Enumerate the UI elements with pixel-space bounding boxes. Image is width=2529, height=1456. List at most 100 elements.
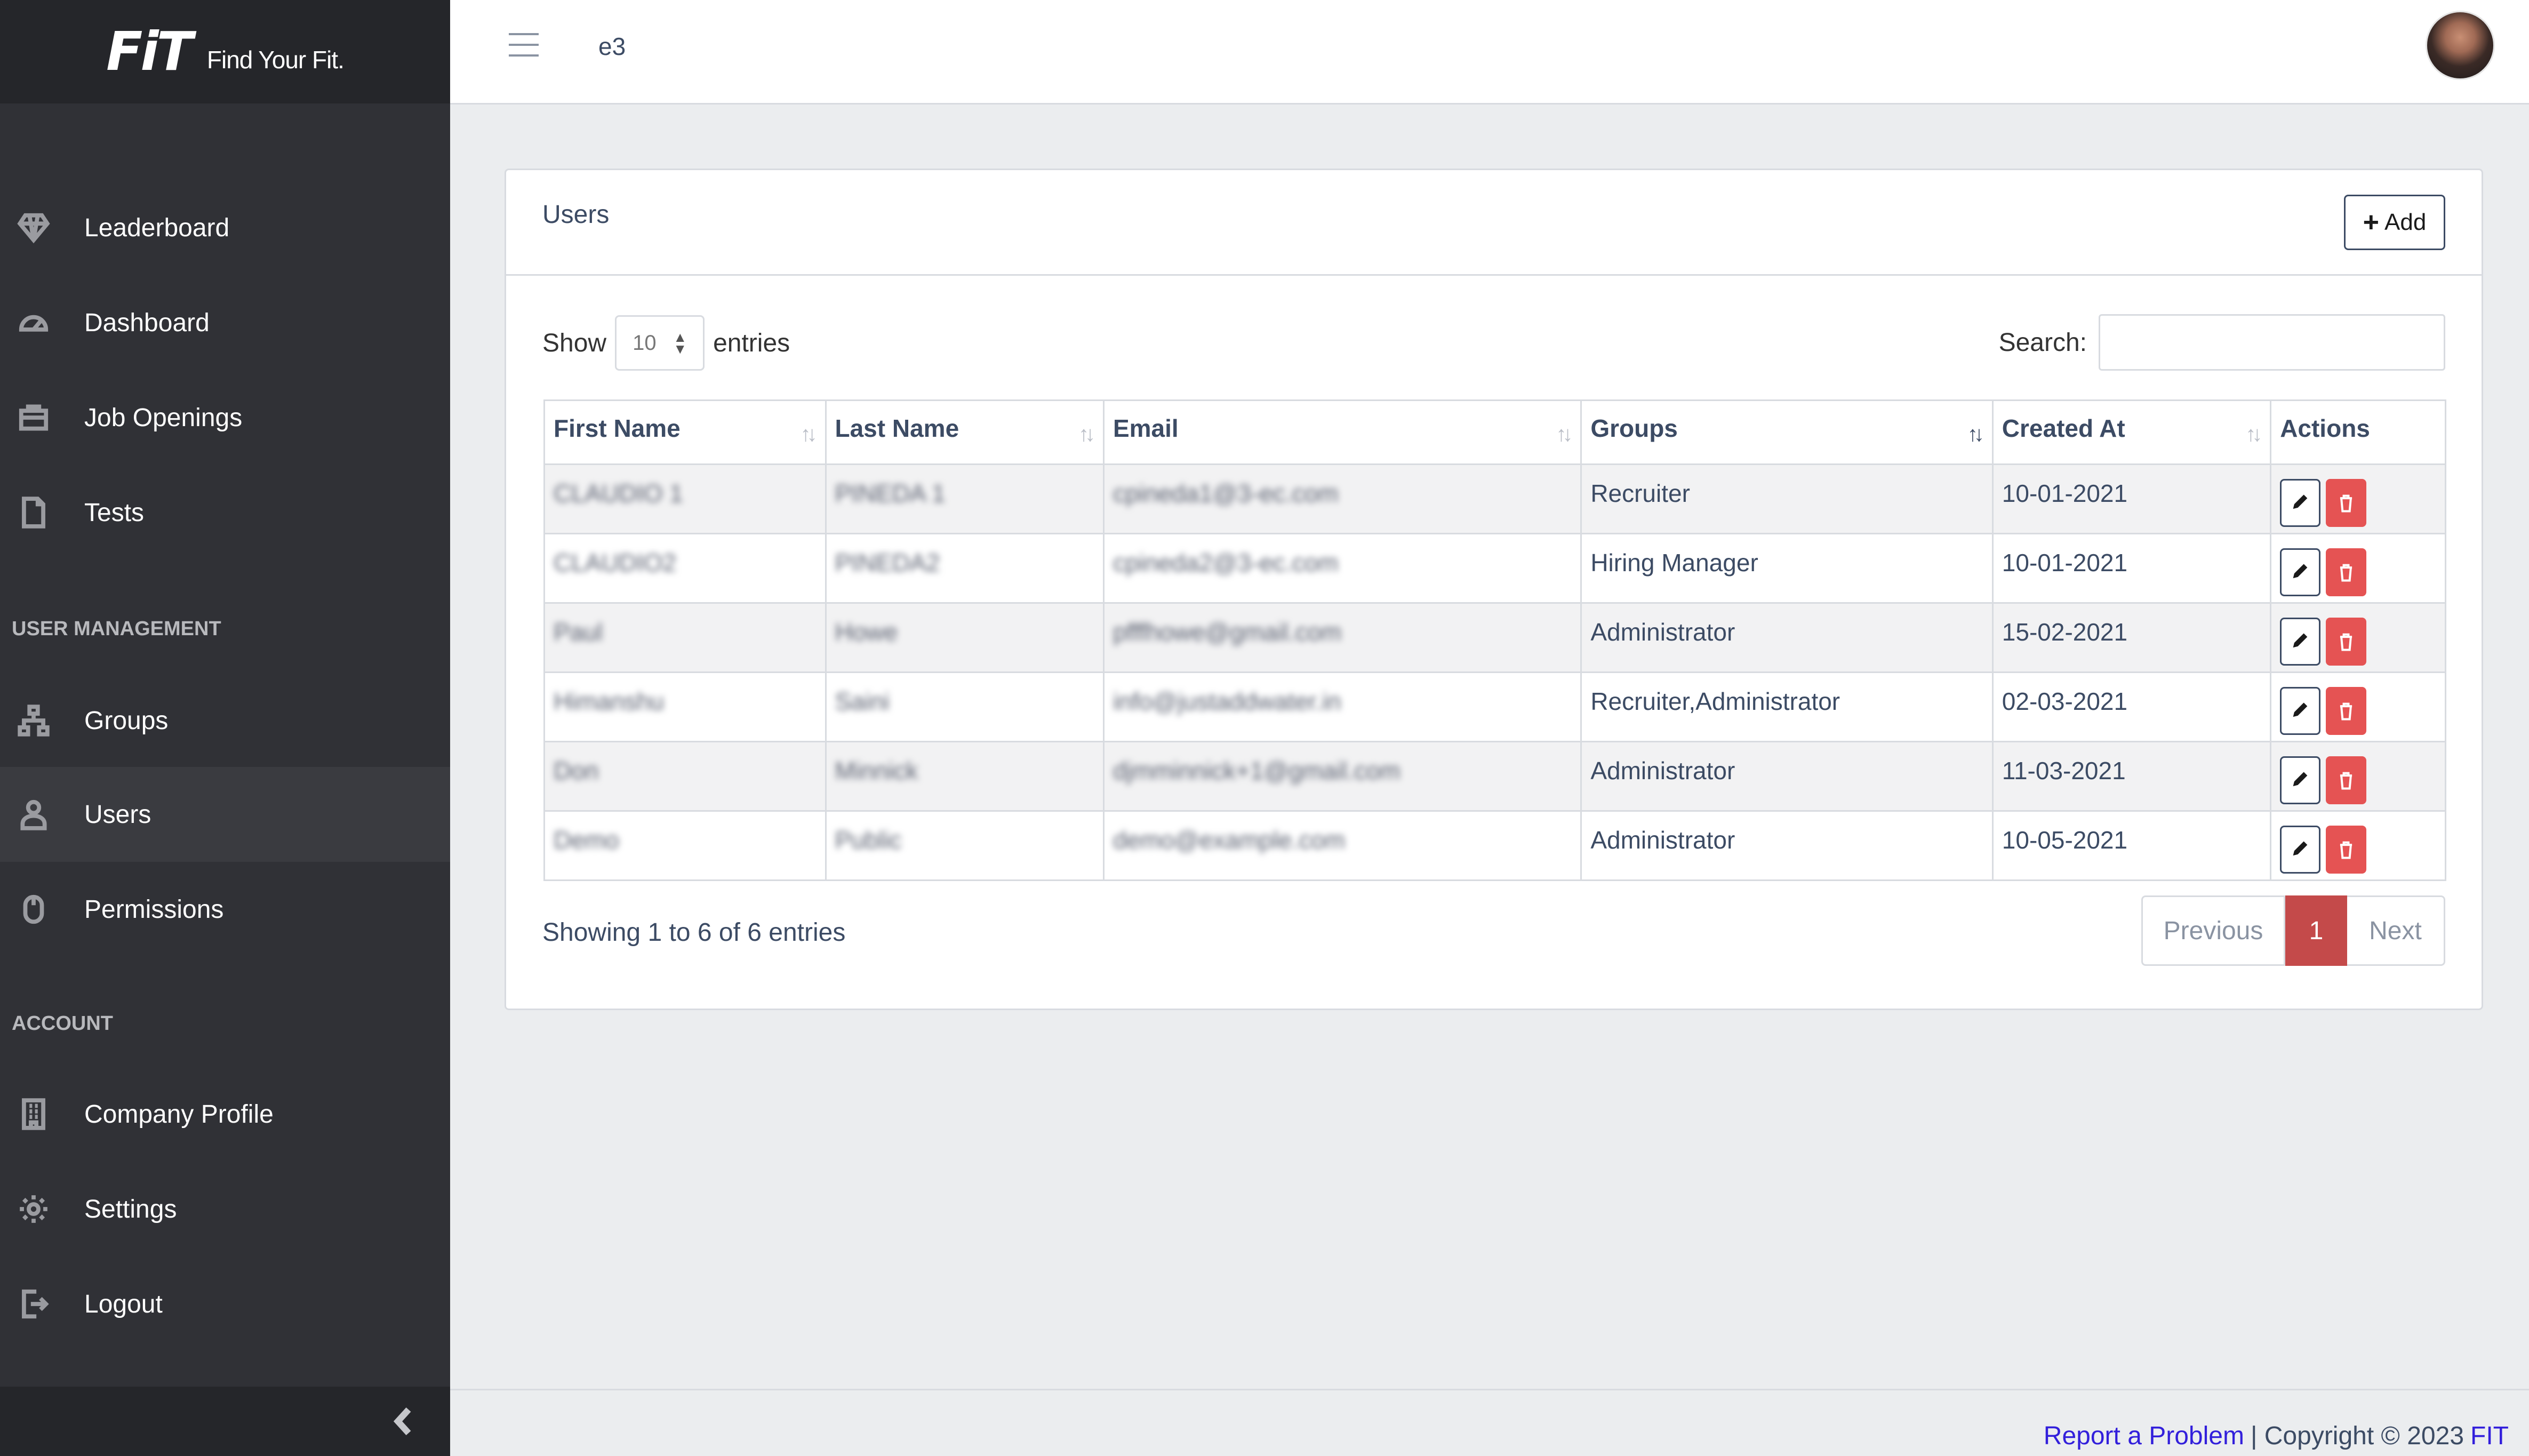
next-page-button[interactable]: Next [2347, 895, 2445, 966]
groups-cell: Administrator [1580, 741, 1994, 812]
footer-brand-link[interactable]: FIT [2470, 1421, 2509, 1451]
edit-button[interactable] [2280, 618, 2321, 666]
email-cell: cpineda1@3-ec.com [1102, 463, 1582, 534]
delete-button[interactable] [2326, 479, 2367, 527]
groups-cell-text: Hiring Manager [1590, 549, 1758, 577]
previous-page-button[interactable]: Previous [2141, 895, 2285, 966]
created-at-cell-text: 11-03-2021 [2002, 757, 2126, 785]
column-header-last-name[interactable]: Last Name ↑↓ [825, 399, 1105, 465]
pencil-icon [2293, 633, 2308, 648]
search-input[interactable] [2099, 314, 2445, 371]
edit-button[interactable] [2280, 687, 2321, 735]
groups-cell: Administrator [1580, 810, 1994, 881]
logout-icon [15, 1285, 52, 1323]
sidebar-minimize-button[interactable] [0, 1387, 450, 1456]
last-name-cell-text: Public [835, 826, 902, 854]
email-cell-text: info@justaddwater.in [1113, 687, 1341, 715]
column-header-email[interactable]: Email ↑↓ [1102, 399, 1582, 465]
delete-button[interactable] [2326, 826, 2367, 874]
trash-icon [2340, 772, 2352, 790]
pencil-icon [2293, 841, 2308, 856]
section-title-user-management: USER MANAGEMENT [12, 618, 221, 640]
sidebar-item-company-profile[interactable]: Company Profile [0, 1067, 450, 1162]
last-name-cell-text: PINEDA2 [835, 549, 940, 577]
entries-length-control: Show 10 ▲ ▼ entries [542, 315, 790, 371]
created-at-cell: 10-05-2021 [1991, 810, 2272, 881]
sidebar: FiT Find Your Fit. Leaderboard Dashboard… [0, 0, 450, 1456]
email-cell: djmminnick+1@gmail.com [1102, 741, 1582, 812]
add-user-button[interactable]: + Add [2344, 195, 2445, 250]
last-name-cell-text: Howe [835, 618, 898, 646]
delete-button[interactable] [2326, 756, 2367, 804]
column-header-first-name[interactable]: First Name ↑↓ [543, 399, 827, 465]
sitemap-icon [15, 702, 52, 739]
report-problem-link[interactable]: Report a Problem [2044, 1421, 2244, 1451]
created-at-cell: 10-01-2021 [1991, 463, 2272, 534]
sidebar-item-tests[interactable]: Tests [0, 465, 450, 560]
pagination: Previous 1 Next [2141, 895, 2445, 966]
last-name-cell: PINEDA 1 [825, 463, 1105, 534]
briefcase-icon [15, 399, 52, 436]
sidebar-item-groups[interactable]: Groups [0, 673, 450, 768]
sidebar-item-leaderboard[interactable]: Leaderboard [0, 180, 450, 275]
column-header-label: Email [1113, 414, 1179, 442]
created-at-cell: 15-02-2021 [1991, 602, 2272, 673]
header: e3 [450, 0, 2529, 105]
last-name-cell-text: PINEDA 1 [835, 479, 946, 507]
first-name-cell-text: CLAUDIO2 [554, 549, 677, 577]
actions-cell [2270, 463, 2446, 534]
edit-button[interactable] [2280, 756, 2321, 804]
column-header-created-at[interactable]: Created At ↑↓ [1991, 399, 2272, 465]
groups-cell: Recruiter,Administrator [1580, 671, 1994, 742]
first-name-cell-text: Don [554, 757, 599, 785]
gear-icon [15, 1190, 52, 1228]
users-table: First Name ↑↓ Last Name ↑↓ Email ↑↓ Groups ↑… [543, 399, 2446, 881]
search-label: Search: [1998, 328, 2087, 357]
column-header-groups[interactable]: Groups ↑↓ [1580, 399, 1994, 465]
table-row: CLAUDIO 1 PINEDA 1 cpineda1@3-ec.com Recrui… [543, 463, 2446, 534]
brand[interactable]: FiT Find Your Fit. [0, 0, 450, 103]
sidebar-item-logout[interactable]: Logout [0, 1257, 450, 1351]
email-cell: cpineda2@3-ec.com [1102, 533, 1582, 604]
last-name-cell: Saini [825, 671, 1105, 742]
delete-button[interactable] [2326, 687, 2367, 735]
sidebar-item-permissions[interactable]: Permissions [0, 862, 450, 957]
row-actions [2280, 548, 2436, 596]
edit-button[interactable] [2280, 548, 2321, 596]
sidebar-item-settings[interactable]: Settings [0, 1162, 450, 1257]
pencil-icon [2293, 494, 2308, 509]
entries-select[interactable]: 10 ▲ ▼ [615, 315, 705, 371]
email-cell: info@justaddwater.in [1102, 671, 1582, 742]
groups-cell: Hiring Manager [1580, 533, 1994, 604]
menu-toggle-icon[interactable] [509, 33, 539, 60]
groups-cell-text: Administrator [1590, 757, 1735, 785]
first-name-cell-text: Demo [554, 826, 619, 854]
row-actions [2280, 479, 2436, 527]
groups-cell-text: Recruiter,Administrator [1590, 687, 1840, 715]
avatar[interactable] [2426, 11, 2495, 80]
users-card: Users + Add Show 10 ▲ ▼ entries Search: F… [505, 169, 2483, 1010]
search-control: Search: [1999, 314, 2445, 371]
groups-cell-text: Administrator [1590, 618, 1735, 646]
card-header: Users + Add [506, 170, 2482, 276]
actions-cell [2270, 533, 2446, 604]
entries-label: entries [713, 329, 790, 357]
sort-icon: ↑↓ [2245, 422, 2262, 446]
file-icon [15, 494, 52, 531]
delete-button[interactable] [2326, 618, 2367, 666]
groups-cell-text: Recruiter [1590, 479, 1690, 507]
copyright-text: | Copyright © 2023 [2250, 1422, 2464, 1450]
first-name-cell-text: CLAUDIO 1 [554, 479, 683, 507]
actions-cell [2270, 602, 2446, 673]
trash-icon [2340, 494, 2352, 513]
row-actions [2280, 687, 2436, 735]
sort-icon: ↑↓ [1556, 422, 1573, 446]
sidebar-item-users[interactable]: Users [0, 767, 450, 862]
edit-button[interactable] [2280, 479, 2321, 527]
created-at-cell: 11-03-2021 [1991, 741, 2272, 812]
sidebar-item-job-openings[interactable]: Job Openings [0, 370, 450, 465]
edit-button[interactable] [2280, 826, 2321, 874]
sidebar-item-dashboard[interactable]: Dashboard [0, 275, 450, 370]
delete-button[interactable] [2326, 548, 2367, 596]
page-1-button[interactable]: 1 [2285, 895, 2347, 966]
